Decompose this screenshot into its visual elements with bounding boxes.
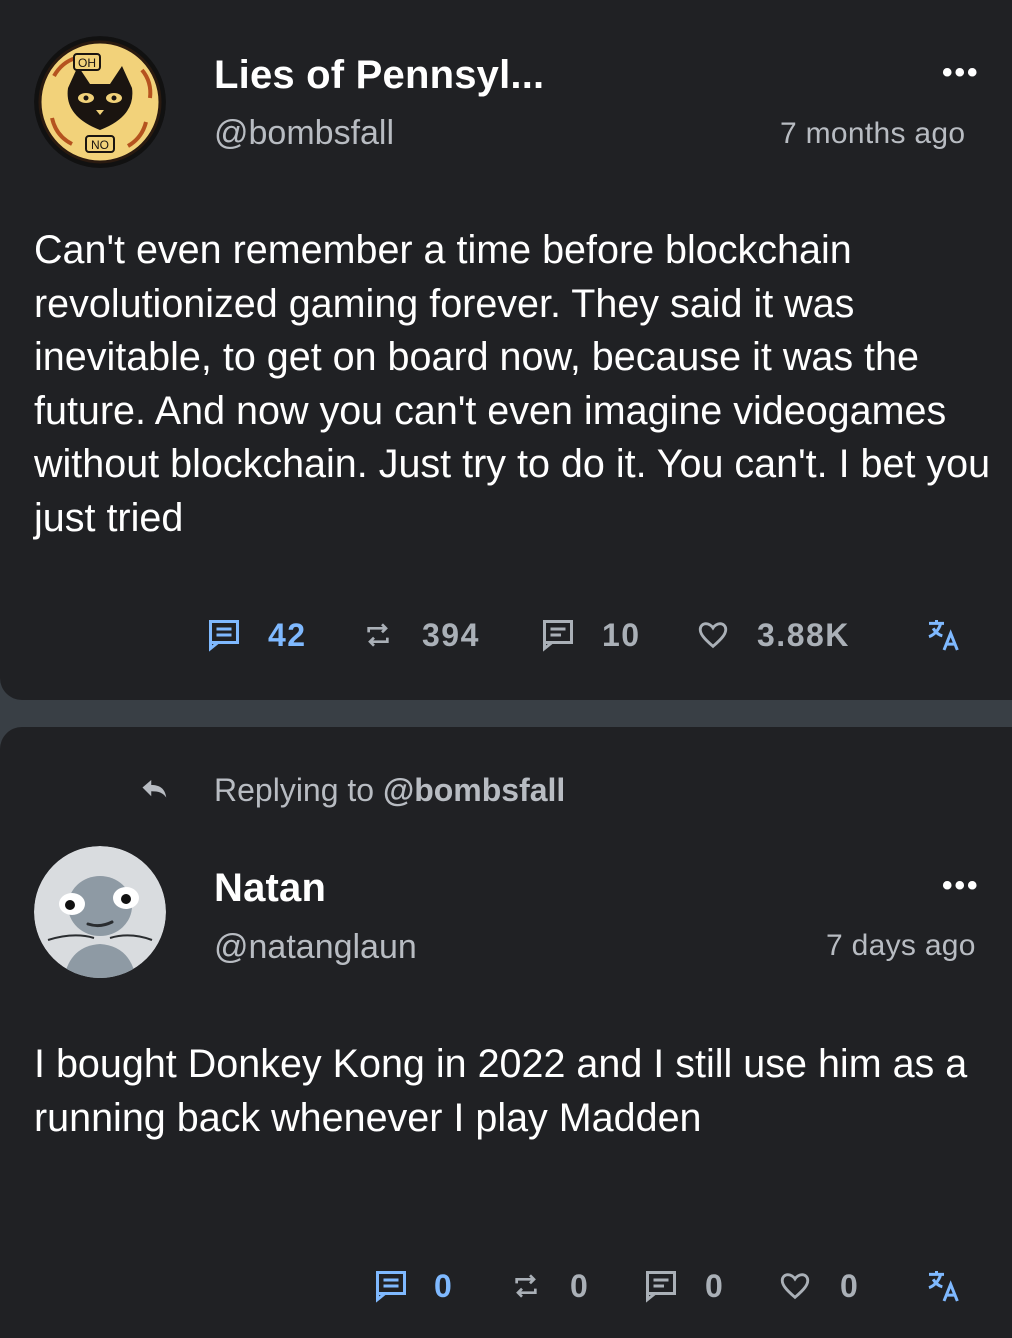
reply-count: 0 xyxy=(434,1267,454,1304)
author-name[interactable]: Lies of Pennsyl... xyxy=(214,53,544,98)
repost-count: 394 xyxy=(422,616,480,653)
like-count: 3.88K xyxy=(757,616,850,653)
post-card-original[interactable]: OH NO Lies of Pennsyl... @bombsfall ••• … xyxy=(0,0,1012,700)
avatar-badge-top: OH xyxy=(78,56,96,70)
post-timestamp: 7 months ago xyxy=(780,117,966,150)
comment-icon xyxy=(209,620,239,652)
post-body: Can't even remember a time before blockc… xyxy=(34,228,1002,540)
author-handle[interactable]: @natanglaun xyxy=(214,928,417,967)
post-card-reply[interactable] xyxy=(0,727,1012,1338)
author-name[interactable]: Natan xyxy=(214,866,326,911)
quote-button[interactable]: 0 xyxy=(643,1264,724,1308)
cartoon-face-avatar-icon xyxy=(34,846,166,978)
reply-button[interactable]: 0 xyxy=(373,1264,453,1308)
replying-to-line[interactable]: Replying to @bombsfall xyxy=(140,770,565,810)
quote-icon xyxy=(543,620,573,652)
author-avatar[interactable]: OH NO xyxy=(34,36,166,168)
comment-icon xyxy=(376,1271,406,1303)
like-button[interactable]: 0 xyxy=(778,1264,859,1308)
quote-count: 0 xyxy=(705,1267,725,1304)
reply-arrow-icon xyxy=(142,780,167,798)
avatar-badge-bottom: NO xyxy=(91,138,109,152)
repost-count: 0 xyxy=(570,1267,590,1304)
quote-button[interactable]: 10 xyxy=(540,613,641,657)
replying-to-label: Replying to xyxy=(214,771,383,808)
more-options-button[interactable]: ••• xyxy=(942,58,980,88)
post-actions: 42 394 10 3.88K xyxy=(0,613,1012,657)
heart-icon xyxy=(698,622,728,649)
post-actions: 0 0 0 0 xyxy=(0,1264,1012,1308)
quote-icon xyxy=(646,1271,676,1303)
more-options-button[interactable]: ••• xyxy=(942,871,980,901)
post-body: I bought Donkey Kong in 2022 and I still… xyxy=(34,1042,990,1140)
heart-icon xyxy=(780,1273,810,1300)
translate-button[interactable] xyxy=(924,1264,964,1308)
replying-to-handle[interactable]: @bombsfall xyxy=(383,772,565,808)
author-handle[interactable]: @bombsfall xyxy=(214,114,394,153)
post-timestamp: 7 days ago xyxy=(826,929,976,962)
quote-count: 10 xyxy=(602,616,641,653)
like-count: 0 xyxy=(840,1267,860,1304)
reply-count: 42 xyxy=(268,616,307,653)
repost-icon xyxy=(367,623,389,647)
repost-button[interactable]: 0 xyxy=(510,1264,589,1308)
translate-button[interactable] xyxy=(924,613,964,657)
translate-icon xyxy=(928,620,959,651)
repost-icon xyxy=(515,1274,537,1298)
author-avatar[interactable] xyxy=(34,846,166,978)
reply-button[interactable]: 42 xyxy=(206,613,307,657)
cat-emblem-avatar-icon: OH NO xyxy=(34,36,166,168)
like-button[interactable]: 3.88K xyxy=(696,613,850,657)
translate-icon xyxy=(928,1271,959,1302)
repost-button[interactable]: 394 xyxy=(362,613,480,657)
